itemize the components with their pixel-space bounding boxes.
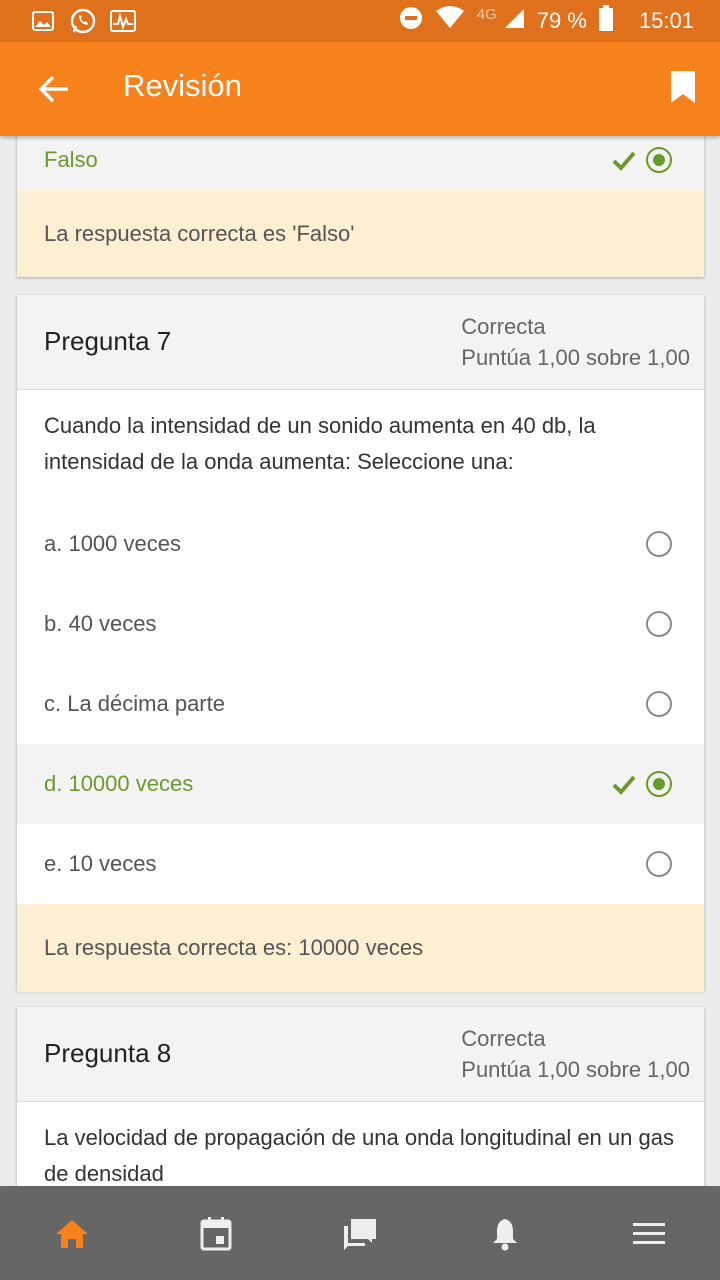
check-icon: [612, 148, 636, 172]
option-b[interactable]: b. 40 veces: [17, 584, 704, 664]
radio-button[interactable]: [646, 851, 672, 877]
question-header: Pregunta 7 Correcta Puntúa 1,00 sobre 1,…: [17, 295, 704, 390]
bottom-navigation: [0, 1186, 720, 1280]
option-d[interactable]: d. 10000 veces: [17, 744, 704, 824]
grade-label: Puntúa 1,00 sobre 1,00: [461, 345, 690, 370]
feedback-text: La respuesta correcta es 'Falso': [44, 220, 355, 246]
radio-button[interactable]: [646, 531, 672, 557]
question-title: Pregunta 7: [44, 326, 172, 356]
question-state: Correcta Puntúa 1,00 sobre 1,00: [461, 311, 690, 373]
question-card-7: Pregunta 7 Correcta Puntúa 1,00 sobre 1,…: [17, 295, 704, 992]
question-card-8: Pregunta 8 Correcta Puntúa 1,00 sobre 1,…: [17, 1007, 704, 1186]
signal-icon: [503, 7, 525, 35]
activity-icon: [110, 8, 136, 34]
menu-icon[interactable]: [631, 1216, 667, 1252]
page-title: Revisión: [123, 68, 242, 103]
radio-button[interactable]: [646, 611, 672, 637]
do-not-disturb-icon: [399, 6, 423, 36]
question-card-previous: Falso La respuesta correcta es 'Falso': [17, 136, 704, 277]
calendar-icon[interactable]: [198, 1216, 234, 1252]
image-notification-icon: [30, 8, 56, 34]
back-arrow-icon[interactable]: [36, 71, 72, 107]
whatsapp-icon: [70, 8, 96, 34]
correct-answer-feedback: La respuesta correcta es 'Falso': [17, 190, 704, 277]
messages-icon[interactable]: [342, 1216, 378, 1252]
question-state: Correcta Puntúa 1,00 sobre 1,00: [461, 1023, 690, 1085]
radio-button[interactable]: [646, 147, 672, 173]
option-label: c. La décima parte: [44, 691, 225, 716]
radio-button[interactable]: [646, 691, 672, 717]
check-icon: [612, 772, 636, 796]
option-c[interactable]: c. La décima parte: [17, 664, 704, 744]
network-type: 4G: [476, 5, 497, 23]
correct-answer-feedback: La respuesta correcta es: 10000 veces: [17, 904, 704, 992]
radio-button[interactable]: [646, 771, 672, 797]
battery-percent: 79 %: [536, 8, 587, 33]
clock: 15:01: [638, 8, 694, 33]
option-label: a. 1000 veces: [44, 531, 181, 556]
question-header: Pregunta 8 Correcta Puntúa 1,00 sobre 1,…: [17, 1007, 704, 1102]
state-label: Correcta: [461, 1026, 546, 1051]
feedback-text: La respuesta correcta es: 10000 veces: [44, 935, 424, 960]
question-text: Cuando la intensidad de un sonido aument…: [44, 413, 596, 474]
status-bar: 4G 79 % 15:01: [0, 0, 720, 42]
home-icon[interactable]: [54, 1216, 90, 1252]
option-a[interactable]: a. 1000 veces: [17, 504, 704, 584]
option-label: b. 40 veces: [44, 611, 157, 636]
battery-icon: [598, 5, 613, 37]
wifi-icon: [435, 6, 465, 36]
grade-label: Puntúa 1,00 sobre 1,00: [461, 1057, 690, 1082]
state-label: Correcta: [461, 314, 546, 339]
bookmark-icon[interactable]: [670, 70, 696, 104]
question-title: Pregunta 8: [44, 1038, 172, 1068]
option-label: Falso: [44, 147, 98, 172]
option-label: e. 10 veces: [44, 851, 157, 876]
app-bar: Revisión: [0, 42, 720, 136]
question-text: La velocidad de propagación de una onda …: [44, 1125, 674, 1186]
review-content[interactable]: Falso La respuesta correcta es 'Falso' P…: [0, 136, 720, 1186]
option-selected[interactable]: Falso: [17, 136, 704, 190]
notifications-icon[interactable]: [487, 1216, 523, 1252]
option-e[interactable]: e. 10 veces: [17, 824, 704, 904]
option-label: d. 10000 veces: [44, 771, 194, 796]
